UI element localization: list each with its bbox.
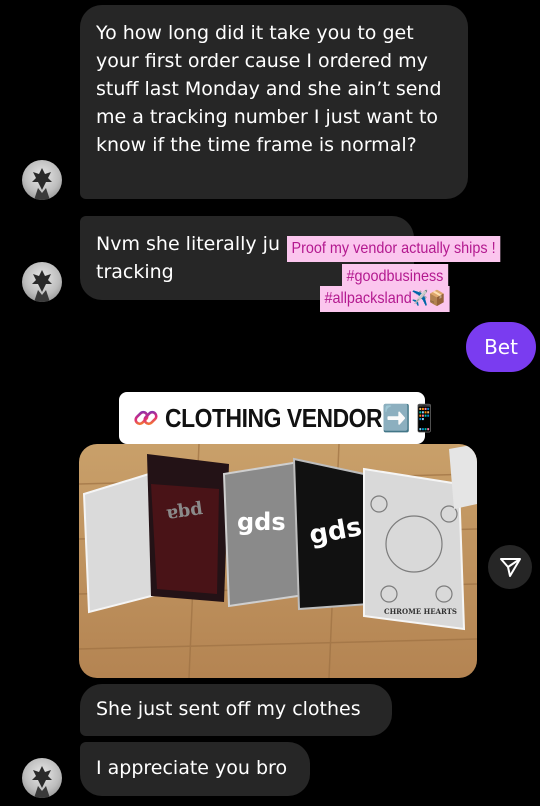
plane-box-emoji: ✈️📦 [411,290,446,307]
message-text: I appreciate you bro [96,757,288,779]
sticker-text: #goodbusiness [346,268,444,285]
received-message[interactable]: She just sent off my clothes [80,684,392,736]
sent-message[interactable]: Bet [466,322,536,372]
avatar-icon [32,766,52,798]
bag-label: CHROME HEARTS [384,607,457,616]
link-icon [134,410,158,426]
message-text: Bet [484,335,518,359]
avatar[interactable] [22,758,62,798]
avatar-icon [32,168,52,200]
message-text: Yo how long did it take you to get your … [96,22,442,156]
avatar[interactable] [22,160,62,200]
received-message[interactable]: I appreciate you bro [80,742,310,796]
send-icon [500,558,521,577]
sticker-text: #allpacksland [324,290,412,307]
share-button[interactable] [488,545,532,589]
vendor-link-sticker[interactable]: CLOTHING VENDOR➡️📱 [119,392,439,444]
message-text: She just sent off my clothes [96,698,361,720]
story-sticker-hashtag: #allpacksland✈️📦 [320,286,450,312]
bag-label: gds [237,508,286,536]
avatar[interactable] [22,262,62,302]
sticker-text: Proof my vendor actually ships ! [291,240,496,257]
shared-photo[interactable]: ɐbd gds gds CHROME HEARTS [79,444,477,678]
clothing-photo: ɐbd gds gds CHROME HEARTS [79,444,477,678]
received-message[interactable]: Yo how long did it take you to get your … [80,5,468,199]
story-sticker-caption: Proof my vendor actually ships ! [287,236,501,262]
arrow-phone-emoji: ➡️📱 [382,402,439,433]
avatar-icon [32,270,52,302]
vendor-label: CLOTHING VENDOR➡️📱 [165,402,439,433]
